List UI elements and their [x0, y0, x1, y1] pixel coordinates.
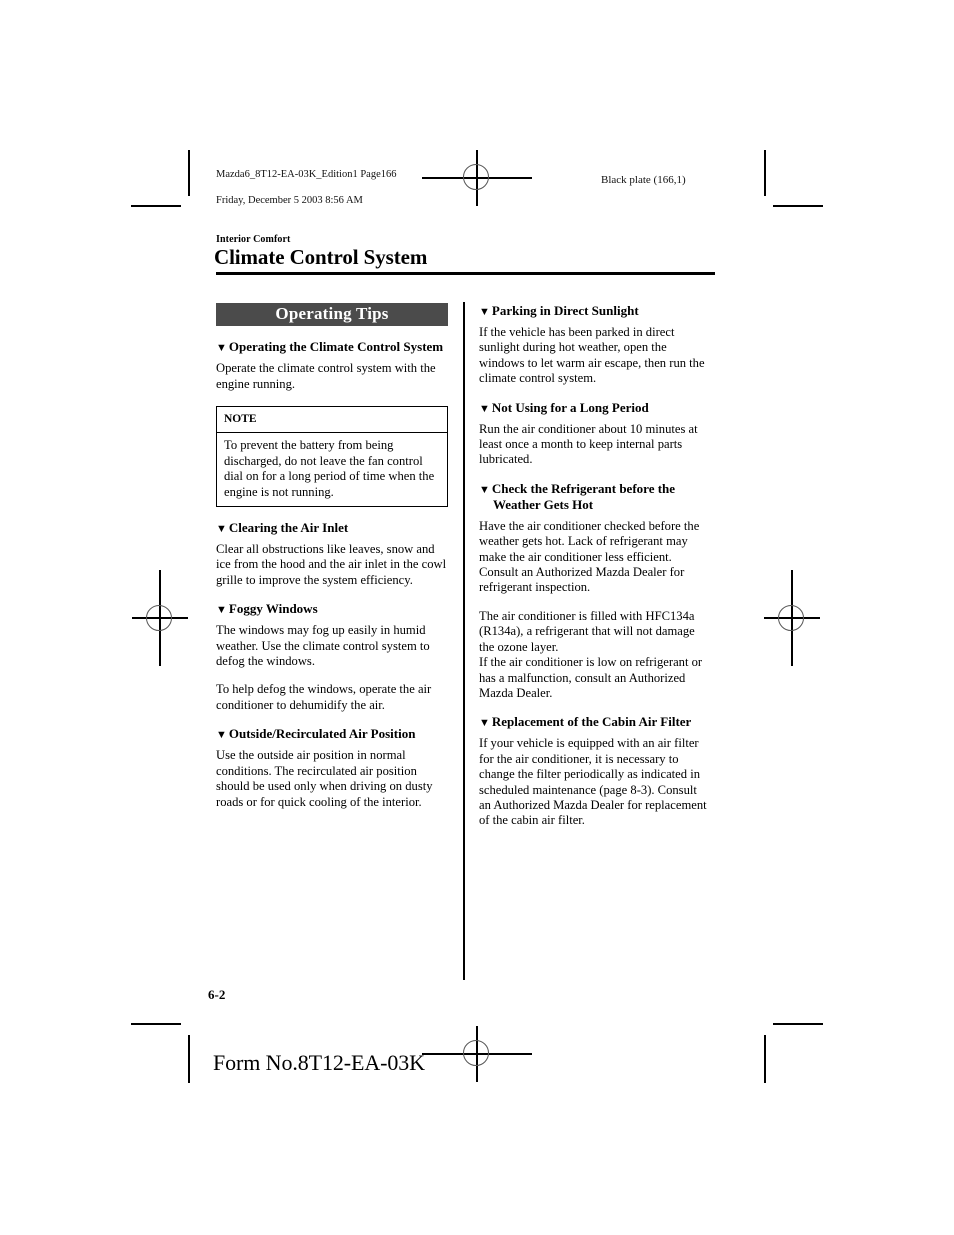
- body-paragraph: If your vehicle is equipped with an air …: [479, 736, 707, 828]
- imprint-file-line: Mazda6_8T12-EA-03K_Edition1 Page166: [216, 169, 397, 180]
- subsection-heading-text: Replacement of the Cabin Air Filter: [491, 714, 692, 730]
- subsection-heading-foggy-windows: ▼ Foggy Windows: [216, 601, 448, 617]
- right-column: ▼ Parking in Direct Sunlight If the vehic…: [479, 303, 711, 829]
- subsection-heading-text: Outside/Recirculated Air Position: [228, 726, 416, 742]
- triangle-marker-icon: ▼: [479, 306, 490, 318]
- triangle-marker-icon: ▼: [216, 523, 227, 536]
- operating-tips-band: Operating Tips: [216, 303, 448, 327]
- registration-mark-top: [422, 150, 532, 206]
- subsection-heading-text: Check the Refrigerant before the Weather…: [491, 480, 676, 512]
- subsection-heading-text: Parking in Direct Sunlight: [491, 303, 639, 318]
- subsection-heading-check-the-refrigerant-before-the-weather-gets-hot: ▼ Check the Refrigerant before the Weathe…: [479, 481, 711, 513]
- triangle-marker-icon: ▼: [479, 717, 490, 730]
- note-box: NOTE To prevent the battery from being d…: [216, 406, 448, 508]
- left-column: Operating Tips ▼ Operating the Climate Co…: [216, 303, 448, 810]
- form-number: Form No.8T12-EA-03K: [213, 1050, 425, 1075]
- imprint-slug-right: Black plate (166,1): [601, 174, 686, 186]
- body-paragraph: Clear all obstructions like leaves, snow…: [216, 542, 447, 587]
- body-paragraph: If the vehicle has been parked in direct…: [479, 325, 705, 386]
- registration-mark-left: [132, 570, 188, 666]
- crop-mark-top-right-horizontal: [773, 205, 823, 207]
- subsection-heading-clearing-the-air-inlet: ▼ Clearing the Air Inlet: [216, 520, 448, 536]
- subsection-heading-text: Not Using for a Long Period: [491, 399, 649, 415]
- subsection-heading-text: Operating the Climate Control System: [228, 339, 444, 355]
- crop-mark-top-right-vertical: [764, 150, 766, 196]
- body-paragraph: Have the air conditioner checked before …: [479, 518, 700, 595]
- crop-mark-bottom-left-vertical: [188, 1035, 190, 1083]
- section-eyebrow: Interior Comfort: [216, 234, 291, 245]
- registration-mark-bottom: [422, 1026, 532, 1082]
- triangle-marker-icon: ▼: [216, 729, 227, 742]
- body-paragraph: Operate the climate control system with …: [216, 361, 436, 391]
- triangle-marker-icon: ▼: [216, 604, 227, 617]
- imprint-date-line: Friday, December 5 2003 8:56 AM: [216, 195, 363, 206]
- crop-mark-bottom-right-vertical: [764, 1035, 766, 1083]
- triangle-marker-icon: ▼: [479, 402, 490, 415]
- body-paragraph: Use the outside air position in normal c…: [216, 748, 433, 809]
- body-paragraph: Run the air conditioner about 10 minutes…: [479, 421, 698, 467]
- crop-mark-bottom-left-horizontal: [131, 1023, 181, 1025]
- body-paragraph: The air conditioner is filled with HFC13…: [479, 608, 703, 700]
- crop-mark-bottom-right-horizontal: [773, 1023, 823, 1025]
- note-box-title: NOTE: [217, 407, 447, 434]
- subsection-heading-text: Clearing the Air Inlet: [228, 520, 349, 536]
- subsection-heading-operating-the-climate-control-system: ▼ Operating the Climate Control System: [216, 339, 448, 355]
- crop-mark-top-left-vertical: [188, 150, 190, 196]
- triangle-marker-icon: ▼: [479, 483, 490, 496]
- subsection-heading-parking-in-direct-sunlight: ▼ Parking in Direct Sunlight: [479, 303, 711, 319]
- registration-mark-right: [764, 570, 820, 666]
- page-title: Climate Control System: [214, 245, 428, 269]
- triangle-marker-icon: ▼: [216, 342, 227, 355]
- note-box-text: To prevent the battery from being discha…: [224, 438, 435, 499]
- subsection-heading-not-using-for-a-long-period: ▼ Not Using for a Long Period: [479, 400, 711, 416]
- page-folio: 6-2: [208, 987, 226, 1002]
- title-rule: [216, 272, 715, 275]
- subsection-heading-text: Foggy Windows: [228, 601, 318, 617]
- column-divider: [463, 302, 465, 980]
- body-paragraph: To help defog the windows, operate the a…: [216, 682, 432, 712]
- subsection-heading-outside-recirculated-air-position: ▼ Outside/Recirculated Air Position: [216, 726, 448, 742]
- body-paragraph: The windows may fog up easily in humid w…: [216, 623, 430, 669]
- crop-mark-top-left-horizontal: [131, 205, 181, 207]
- manual-page: Mazda6_8T12-EA-03K_Edition1 Page166 Frid…: [0, 0, 954, 1235]
- imprint-slug-left: Mazda6_8T12-EA-03K_Edition1 Page166 Frid…: [216, 155, 397, 220]
- subsection-heading-replacement-of-the-cabin-air-filter: ▼ Replacement of the Cabin Air Filter: [479, 714, 711, 730]
